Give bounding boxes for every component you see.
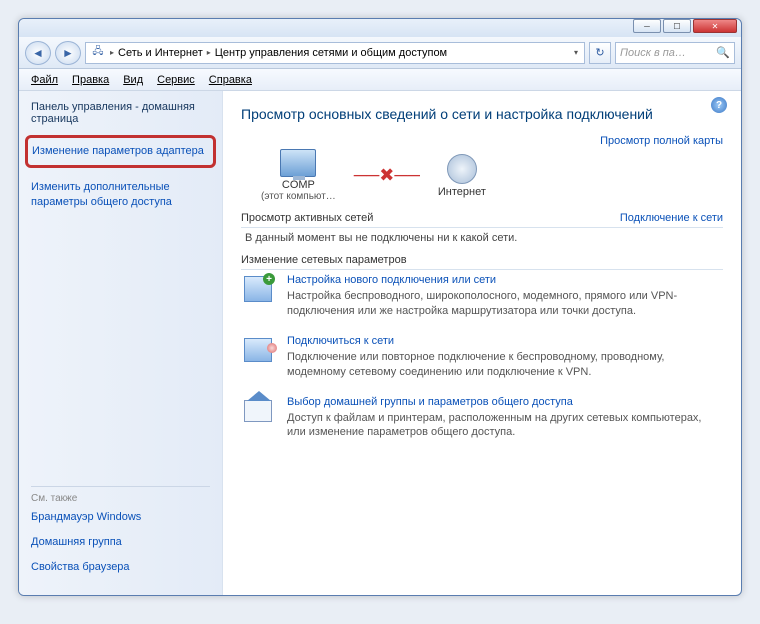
- node-sub: (этот компьют…: [261, 191, 336, 202]
- item-setup-link[interactable]: Настройка нового подключения или сети: [287, 274, 723, 286]
- explorer-window: ─ ☐ ✕ ◄ ► 🖧 ▸ Сеть и Интернет ▸ Центр уп…: [18, 18, 742, 596]
- item-homegroup-desc: Доступ к файлам и принтерам, расположенн…: [287, 411, 723, 441]
- menu-view[interactable]: Вид: [117, 72, 149, 88]
- node-name: Интернет: [438, 186, 486, 198]
- minimize-button[interactable]: ─: [633, 19, 661, 33]
- body: Панель управления - домашняя страница Из…: [19, 91, 741, 595]
- navigation-bar: ◄ ► 🖧 ▸ Сеть и Интернет ▸ Центр управлен…: [19, 37, 741, 69]
- active-text: В данный момент вы не подключены ни к ка…: [241, 232, 723, 244]
- sidebar-advanced-link[interactable]: Изменить дополнительные параметры общего…: [31, 180, 210, 210]
- chevron-right-icon: ▸: [205, 48, 213, 57]
- search-placeholder: Поиск в па…: [620, 47, 716, 59]
- menu-edit[interactable]: Правка: [66, 72, 115, 88]
- item-homegroup-link[interactable]: Выбор домашней группы и параметров общег…: [287, 396, 723, 408]
- network-icon: 🖧: [90, 45, 106, 61]
- breadcrumb[interactable]: 🖧 ▸ Сеть и Интернет ▸ Центр управления с…: [85, 42, 585, 64]
- breadcrumb-root[interactable]: Сеть и Интернет: [118, 47, 203, 59]
- full-map-link[interactable]: Просмотр полной карты: [241, 135, 723, 147]
- sidebar-firewall-link[interactable]: Брандмауэр Windows: [31, 510, 210, 525]
- forward-button[interactable]: ►: [55, 41, 81, 65]
- item-setup-desc: Настройка беспроводного, широкополосного…: [287, 289, 723, 319]
- menu-tools[interactable]: Сервис: [151, 72, 201, 88]
- item-setup: Настройка нового подключения или сети На…: [241, 274, 723, 319]
- maximize-button[interactable]: ☐: [663, 19, 691, 33]
- disconnected-icon: ──✖──: [354, 165, 420, 186]
- item-connect: Подключиться к сети Подключение или повт…: [241, 335, 723, 380]
- page-title: Просмотр основных сведений о сети и наст…: [241, 105, 723, 123]
- wizard-icon: [241, 274, 275, 304]
- chevron-right-icon: ▸: [108, 48, 116, 57]
- item-connect-link[interactable]: Подключиться к сети: [287, 335, 723, 347]
- search-input[interactable]: Поиск в па… 🔍: [615, 42, 735, 64]
- item-homegroup: Выбор домашней группы и параметров общег…: [241, 396, 723, 441]
- network-map: COMP (этот компьют… ──✖── Интернет: [261, 149, 723, 202]
- titlebar: ─ ☐ ✕: [19, 19, 741, 37]
- help-icon[interactable]: ?: [711, 97, 727, 113]
- node-internet[interactable]: Интернет: [438, 154, 486, 198]
- sidebar-seealso-label: См. также: [31, 486, 210, 504]
- connect-icon: [241, 335, 275, 365]
- menu-help[interactable]: Справка: [203, 72, 258, 88]
- menu-file[interactable]: Файл: [25, 72, 64, 88]
- globe-icon: [447, 154, 477, 184]
- sidebar-home[interactable]: Панель управления - домашняя страница: [31, 101, 210, 125]
- item-connect-desc: Подключение или повторное подключение к …: [287, 350, 723, 380]
- node-this-computer[interactable]: COMP (этот компьют…: [261, 149, 336, 202]
- refresh-button[interactable]: ↻: [589, 42, 611, 64]
- breadcrumb-current[interactable]: Центр управления сетями и общим доступом: [215, 47, 447, 59]
- node-name: COMP: [282, 179, 315, 191]
- search-icon: 🔍: [716, 46, 730, 59]
- content-pane: ? Просмотр основных сведений о сети и на…: [223, 91, 741, 595]
- close-button[interactable]: ✕: [693, 19, 737, 33]
- connect-network-link[interactable]: Подключение к сети: [620, 212, 723, 224]
- section-change-settings: Изменение сетевых параметров: [241, 254, 723, 270]
- sidebar-browser-link[interactable]: Свойства браузера: [31, 560, 210, 575]
- homegroup-icon: [241, 396, 275, 426]
- sidebar-adapter-link[interactable]: Изменение параметров адаптера: [25, 135, 216, 168]
- computer-icon: [280, 149, 316, 177]
- section-active-networks: Просмотр активных сетей Подключение к се…: [241, 212, 723, 228]
- sidebar-homegroup-link[interactable]: Домашняя группа: [31, 535, 210, 550]
- back-button[interactable]: ◄: [25, 41, 51, 65]
- menu-bar: Файл Правка Вид Сервис Справка: [19, 69, 741, 91]
- chevron-down-icon[interactable]: ▾: [572, 48, 580, 57]
- sidebar: Панель управления - домашняя страница Из…: [19, 91, 223, 595]
